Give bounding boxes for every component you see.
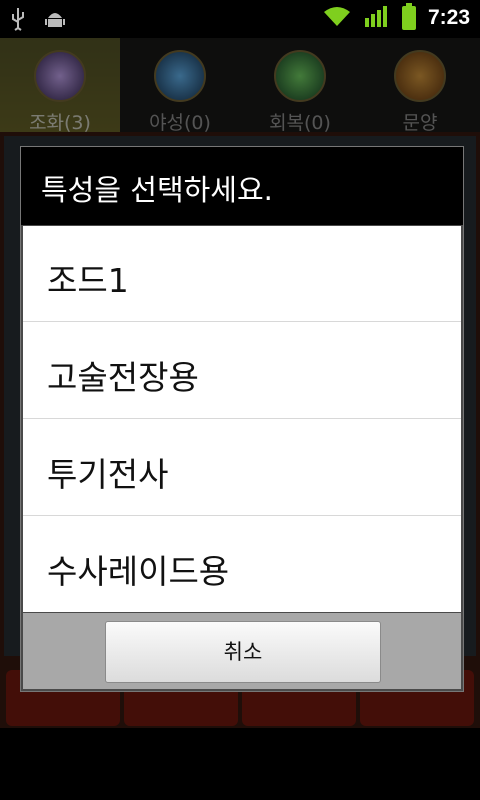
dialog-footer: 취소 (23, 613, 461, 689)
clock: 7:23 (427, 6, 470, 29)
list-item-label: 수사레이드용 (47, 552, 230, 591)
cancel-button[interactable]: 취소 (105, 621, 381, 683)
list-item[interactable]: 고술전장용 (23, 323, 461, 419)
list-item[interactable]: 조드1 (23, 226, 461, 322)
usb-icon (10, 6, 26, 36)
android-debug-icon (44, 8, 66, 34)
list-item-label: 조드1 (47, 261, 129, 300)
list-item[interactable]: 수사레이드용 (23, 517, 461, 613)
select-spec-dialog: 특성을 선택하세요. 조드1 고술전장용 투기전사 수사레이드용 취소 (20, 146, 464, 692)
list-item-label: 투기전사 (47, 455, 169, 494)
dialog-title: 특성을 선택하세요. (41, 173, 273, 207)
wifi-icon (322, 4, 352, 32)
battery-icon (401, 3, 416, 30)
dialog-title-bar: 특성을 선택하세요. (21, 147, 463, 225)
signal-icon (364, 4, 390, 32)
spec-list: 조드1 고술전장용 투기전사 수사레이드용 (23, 226, 461, 612)
status-bar: 7:23 (0, 0, 480, 38)
list-item-label: 고술전장용 (47, 358, 199, 397)
list-item[interactable]: 투기전사 (23, 420, 461, 516)
